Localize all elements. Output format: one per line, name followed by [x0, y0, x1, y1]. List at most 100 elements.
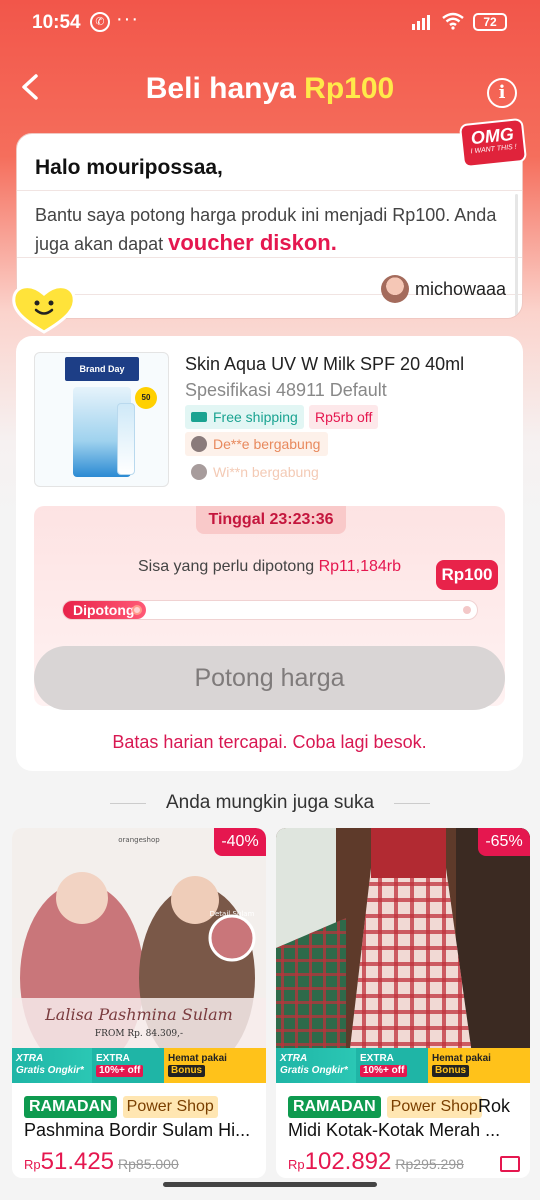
- joiner-item: De**e bergabung: [185, 432, 329, 456]
- promo-xtra-sub: Gratis Ongkir*: [280, 1065, 348, 1076]
- status-time: 10:54: [32, 12, 81, 33]
- image-from: FROM Rp. 84.309,-: [95, 1029, 183, 1039]
- promo-xtra-title: XTRA: [16, 1053, 44, 1064]
- countdown-timer: Tinggal 23:23:36: [196, 506, 346, 534]
- remaining-label: Sisa yang perlu dipotong: [137, 558, 319, 575]
- currency: Rp: [24, 1157, 41, 1172]
- joiner-text: De**e bergabung: [213, 436, 321, 452]
- promo-hemat-sub: Bonus: [432, 1065, 470, 1077]
- promo-extra-title: EXTRA: [360, 1053, 394, 1064]
- seller-badges: RAMADAN Power Shop: [24, 1096, 218, 1118]
- invite-message-card: Halo mouripossaa, Bantu saya potong harg…: [16, 133, 523, 319]
- page-title-price: Rp100: [304, 72, 395, 105]
- home-indicator[interactable]: [163, 1182, 377, 1187]
- product-name-start: Rok: [478, 1096, 511, 1116]
- promo-hemat: Hemat pakai Bonus: [428, 1048, 530, 1083]
- promo-strip: XTRA Gratis Ongkir* EXTRA 10%+ off Hemat p…: [12, 1048, 266, 1083]
- voucher-highlight: voucher diskon.: [168, 230, 337, 255]
- recommend-title: Anda mungkin juga suka: [165, 792, 375, 813]
- info-icon: i: [498, 82, 506, 103]
- status-more-icon: ···: [116, 8, 139, 30]
- promo-hemat-title: Hemat pakai: [168, 1053, 227, 1064]
- free-shipping-tag: Free shipping: [185, 405, 304, 429]
- price-cut-panel: Tinggal 23:23:36 Sisa yang perlu dipoton…: [34, 506, 505, 710]
- free-shipping-label: Free shipping: [213, 409, 298, 425]
- image-caption: Lalisa Pashmina Sulam: [44, 1005, 233, 1024]
- discount-badge: -65%: [478, 828, 530, 856]
- greeting-text: Halo mouripossaa,: [35, 156, 223, 179]
- promo-hemat-title: Hemat pakai: [432, 1053, 491, 1064]
- signal-icon: [412, 15, 430, 30]
- avatar: [191, 436, 207, 452]
- image-brand: orangeshop: [118, 836, 160, 844]
- battery-icon: 72: [473, 13, 507, 31]
- product-name: Midi Kotak-Kotak Merah ...: [288, 1120, 501, 1140]
- divider: [394, 803, 430, 804]
- scrollbar-track: [515, 194, 518, 318]
- product-card[interactable]: Brand Day 50 Skin Aqua UV W Milk SPF 20 …: [16, 336, 523, 771]
- promo-extra-sub: 10%+ off: [96, 1065, 144, 1077]
- joiner-text: Wi**n bergabung: [213, 464, 319, 480]
- wifi-icon: [442, 12, 464, 30]
- truck-icon: [191, 412, 207, 423]
- recommend-card[interactable]: Lalisa Pashmina Sulam FROM Rp. 84.309,- …: [12, 828, 266, 1178]
- product-name: Pashmina Bordir Sulam Hi...: [24, 1120, 251, 1140]
- voucher-icon: [500, 1156, 520, 1172]
- power-shop-badge: Power Shop: [122, 1096, 218, 1118]
- cut-price-button[interactable]: Potong harga: [34, 646, 505, 710]
- progress-knob: [132, 605, 142, 615]
- promo-hemat: Hemat pakai Bonus: [164, 1048, 266, 1083]
- promo-extra: EXTRA 10%+ off: [92, 1048, 164, 1083]
- divider: [17, 190, 522, 191]
- promo-xtra: XTRA Gratis Ongkir*: [276, 1048, 356, 1083]
- product-price: Rp102.892 Rp295.298: [288, 1148, 464, 1176]
- product-image[interactable]: Lalisa Pashmina Sulam FROM Rp. 84.309,- …: [12, 828, 266, 1083]
- image-detail: Detail Sulam: [210, 910, 255, 918]
- old-price: Rp295.298: [395, 1156, 464, 1172]
- promo-extra-sub: 10%+ off: [360, 1065, 408, 1077]
- old-price: Rp85.000: [118, 1156, 179, 1172]
- currency: Rp: [288, 1157, 305, 1172]
- discount-tag: Rp5rb off: [309, 405, 379, 429]
- page-title: Beli hanya Rp100: [0, 72, 540, 106]
- smiley-heart-icon: [12, 285, 76, 334]
- product-image[interactable]: Brand Day 50: [34, 352, 169, 487]
- target-price-badge: Rp100: [436, 560, 498, 590]
- recommend-card[interactable]: -65% XTRA Gratis Ongkir* EXTRA 10%+ off He…: [276, 828, 530, 1178]
- promo-extra-title: EXTRA: [96, 1053, 130, 1064]
- joiner-item: Wi**n bergabung: [185, 460, 327, 484]
- ramadan-badge: RAMADAN: [288, 1096, 381, 1118]
- remaining-amount: Sisa yang perlu dipotong Rp11,184rb: [34, 558, 505, 576]
- whatsapp-icon: ✆: [90, 12, 110, 32]
- price-value: 102.892: [304, 1148, 392, 1175]
- price-value: 51.425: [40, 1148, 115, 1175]
- page-header: Beli hanya Rp100 i: [0, 60, 540, 120]
- product-image[interactable]: [276, 828, 530, 1083]
- product-bottle-graphic: [117, 403, 135, 475]
- promo-extra: EXTRA 10%+ off: [356, 1048, 428, 1083]
- progress-end-marker: [463, 606, 471, 614]
- remaining-value: Rp11,184rb: [318, 558, 401, 575]
- promo-strip: XTRA Gratis Ongkir* EXTRA 10%+ off Hemat p…: [276, 1048, 530, 1083]
- page-title-prefix: Beli hanya: [145, 72, 305, 105]
- product-spec: Spesifikasi 48911 Default: [185, 380, 387, 400]
- omg-sticker: OMG I WANT THIS !: [458, 117, 528, 169]
- promo-hemat-sub: Bonus: [168, 1065, 206, 1077]
- product-title: Skin Aqua UV W Milk SPF 20 40ml: [185, 354, 465, 374]
- promo-xtra-title: XTRA: [280, 1053, 308, 1064]
- promo-xtra-sub: Gratis Ongkir*: [16, 1065, 84, 1076]
- sender-name: michowaaa: [414, 278, 506, 299]
- info-button[interactable]: i: [487, 78, 517, 108]
- sender: michowaaa: [380, 274, 506, 304]
- discount-badge: -40%: [214, 828, 266, 856]
- power-shop-badge: Power Shop: [386, 1096, 482, 1118]
- spf-badge: 50: [135, 387, 157, 409]
- avatar: [380, 275, 409, 303]
- status-bar: 10:54 ✆ ··· 72: [0, 0, 540, 48]
- cut-progress-bar: Dipotong: [62, 600, 478, 620]
- daily-limit-message: Batas harian tercapai. Coba lagi besok.: [112, 732, 427, 752]
- product-price: Rp51.425 Rp85.000: [24, 1148, 179, 1176]
- message-body: Bantu saya potong harga produk ini menja…: [35, 202, 515, 258]
- avatar: [191, 464, 207, 480]
- promo-xtra: XTRA Gratis Ongkir*: [12, 1048, 92, 1083]
